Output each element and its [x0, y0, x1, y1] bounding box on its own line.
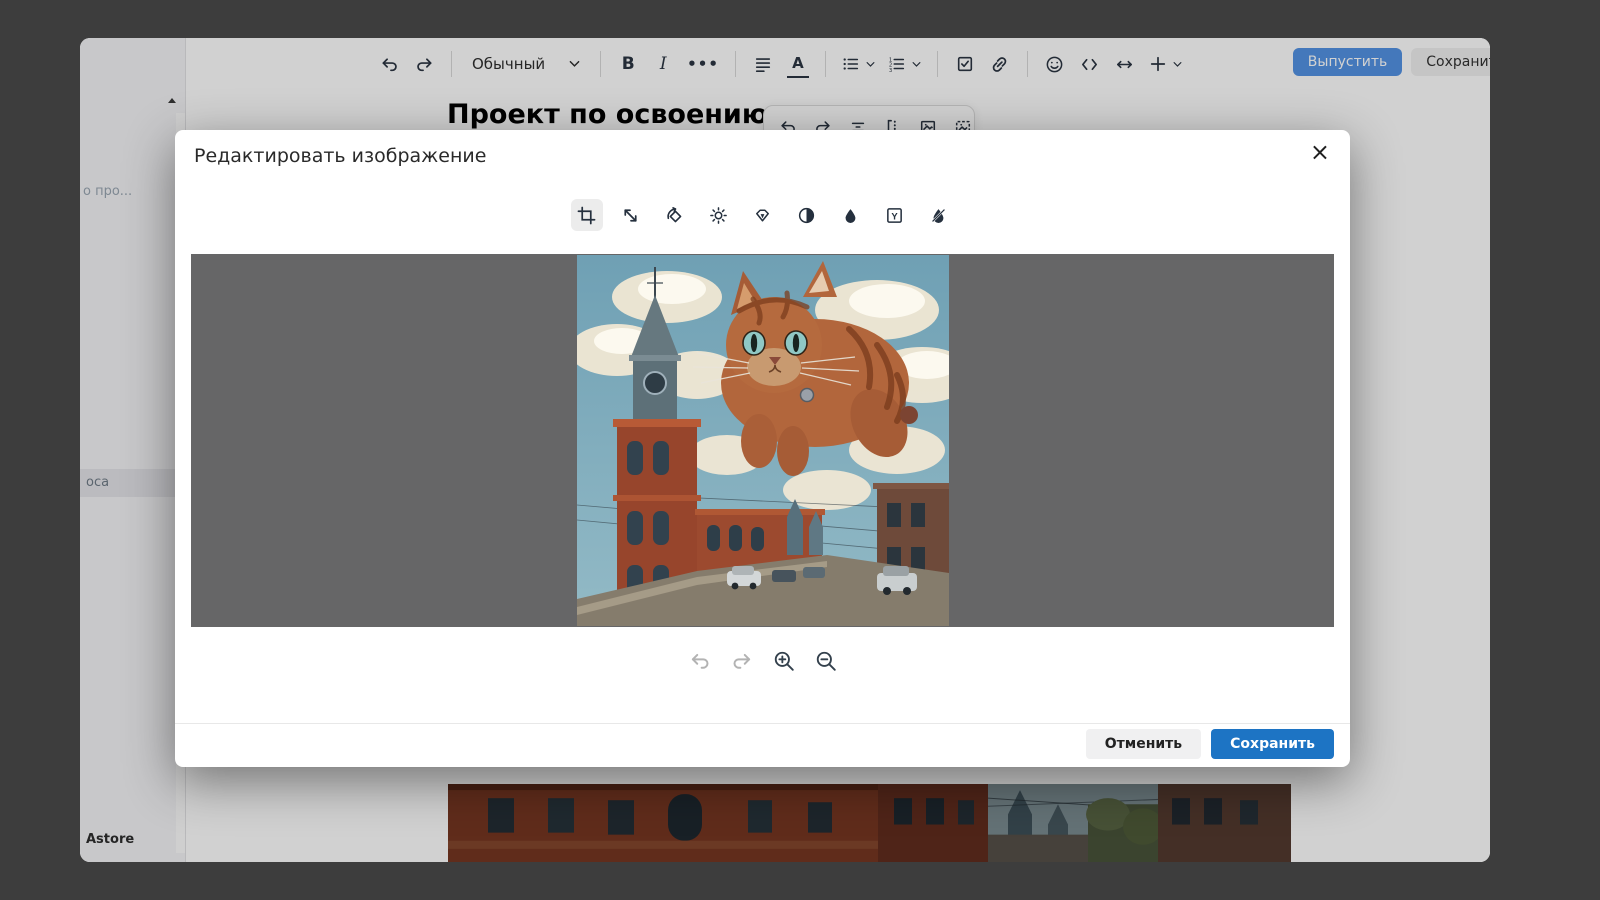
crop-tool-button[interactable]: [571, 199, 603, 231]
edit-image-modal: Редактировать изображение ×: [175, 130, 1350, 767]
image-preview-area[interactable]: [191, 254, 1334, 627]
preview-undo-button[interactable]: [687, 648, 713, 674]
brightness-tool-button[interactable]: [703, 199, 735, 231]
cancel-button[interactable]: Отменить: [1086, 729, 1201, 759]
undo-icon: [689, 650, 711, 672]
redo-icon: [731, 650, 753, 672]
modal-footer: Отменить Сохранить: [1086, 729, 1334, 759]
grayscale-tool-button[interactable]: Y: [879, 199, 911, 231]
svg-text:Y: Y: [891, 211, 898, 222]
remove-color-tool-button[interactable]: [923, 199, 955, 231]
screen: о про... оса Astore Обычный: [0, 0, 1600, 900]
sharpen-icon: [753, 206, 772, 225]
footer-divider: [175, 723, 1350, 724]
saturation-icon: [842, 207, 859, 224]
contrast-icon: [797, 206, 816, 225]
resize-icon: [621, 206, 640, 225]
saturation-tool-button[interactable]: [835, 199, 867, 231]
contrast-tool-button[interactable]: [791, 199, 823, 231]
zoom-out-icon: [815, 650, 837, 672]
zoom-in-icon: [773, 650, 795, 672]
crop-icon: [577, 206, 596, 225]
save-button[interactable]: Сохранить: [1211, 729, 1334, 759]
preview-controls: [175, 648, 1350, 674]
close-icon[interactable]: ×: [1310, 140, 1330, 164]
remove-color-icon: [930, 207, 947, 224]
zoom-in-button[interactable]: [771, 648, 797, 674]
rotate-icon: [665, 206, 684, 225]
grayscale-icon: Y: [885, 206, 904, 225]
rotate-tool-button[interactable]: [659, 199, 691, 231]
zoom-out-button[interactable]: [813, 648, 839, 674]
cat-city-image: [577, 255, 949, 626]
modal-title: Редактировать изображение: [194, 145, 486, 167]
image-tools-toolbar: Y: [175, 199, 1350, 231]
resize-tool-button[interactable]: [615, 199, 647, 231]
sharpen-tool-button[interactable]: [747, 199, 779, 231]
brightness-icon: [709, 206, 728, 225]
preview-redo-button[interactable]: [729, 648, 755, 674]
